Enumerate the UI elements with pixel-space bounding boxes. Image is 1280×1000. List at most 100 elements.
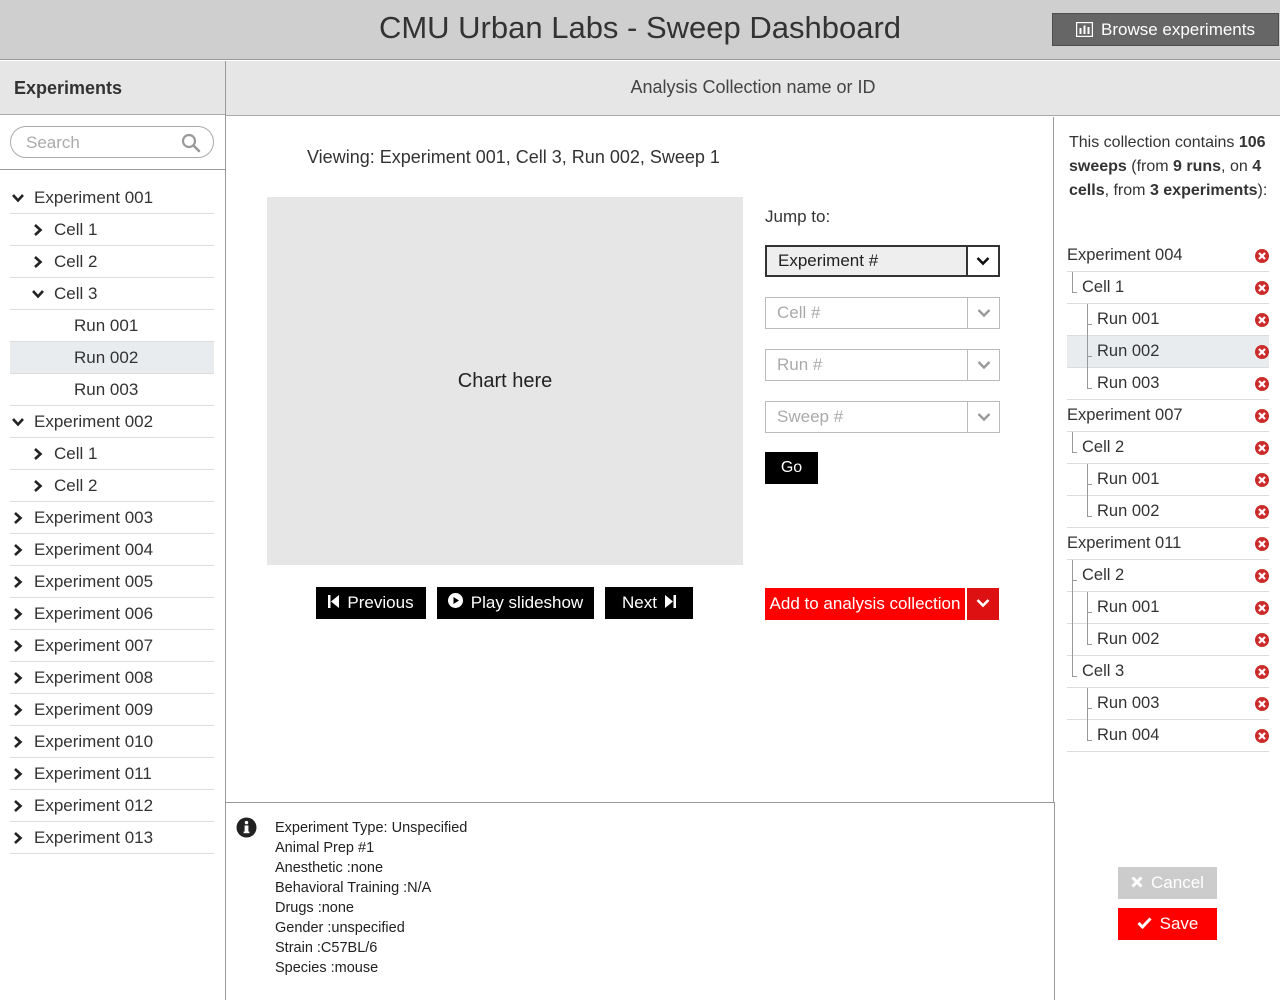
chevron-right-icon[interactable] [10, 511, 26, 525]
tree-experiment-item[interactable]: Experiment 004 [10, 534, 214, 566]
chevron-right-icon[interactable] [10, 799, 26, 813]
chevron-down-icon[interactable] [10, 415, 26, 429]
add-to-collection-dropdown[interactable] [967, 588, 999, 620]
tree-experiment-item[interactable]: Experiment 009 [10, 694, 214, 726]
tree-experiment-item[interactable]: Experiment 011 [10, 758, 214, 790]
remove-icon[interactable] [1255, 729, 1269, 748]
collection-name-bar[interactable]: Analysis Collection name or ID [226, 61, 1280, 116]
chevron-right-icon[interactable] [30, 223, 46, 237]
search-input[interactable] [26, 132, 176, 154]
collection-run-item[interactable]: Run 003 [1067, 688, 1269, 720]
chevron-right-icon[interactable] [10, 639, 26, 653]
remove-icon[interactable] [1255, 345, 1269, 364]
collection-run-item[interactable]: Run 002 [1067, 336, 1269, 368]
tree-experiment-item[interactable]: Experiment 012 [10, 790, 214, 822]
chevron-down-icon[interactable] [966, 247, 998, 275]
remove-icon[interactable] [1255, 505, 1269, 524]
tree-experiment-item[interactable]: Experiment 003 [10, 502, 214, 534]
tree-guide-line [1087, 324, 1092, 325]
collection-cell-item[interactable]: Cell 2 [1067, 560, 1269, 592]
remove-icon[interactable] [1255, 601, 1269, 620]
cancel-button[interactable]: Cancel [1118, 867, 1217, 899]
run-select-value: Run # [766, 350, 967, 380]
tree-item-label: Experiment 008 [34, 667, 154, 687]
chevron-right-icon[interactable] [10, 575, 26, 589]
chevron-down-icon[interactable] [967, 350, 999, 380]
browse-experiments-button[interactable]: Browse experiments [1052, 13, 1279, 46]
tree-experiment-item[interactable]: Experiment 007 [10, 630, 214, 662]
tree-guide-line [1072, 592, 1073, 624]
chevron-down-icon[interactable] [30, 287, 46, 301]
remove-icon[interactable] [1255, 313, 1269, 332]
remove-icon[interactable] [1255, 697, 1269, 716]
collection-run-item[interactable]: Run 001 [1067, 464, 1269, 496]
tree-experiment-item[interactable]: Experiment 010 [10, 726, 214, 758]
chevron-right-icon[interactable] [10, 703, 26, 717]
chevron-right-icon[interactable] [10, 607, 26, 621]
remove-icon[interactable] [1255, 249, 1269, 268]
collection-experiment-item[interactable]: Experiment 007 [1067, 400, 1269, 432]
tree-cell-item[interactable]: Cell 2 [10, 246, 214, 278]
tree-experiment-item[interactable]: Experiment 002 [10, 406, 214, 438]
run-select[interactable]: Run # [765, 349, 1000, 381]
collection-run-item[interactable]: Run 003 [1067, 368, 1269, 400]
collection-cell-item[interactable]: Cell 2 [1067, 432, 1269, 464]
collection-cell-item[interactable]: Cell 3 [1067, 656, 1269, 688]
collection-experiment-item[interactable]: Experiment 011 [1067, 528, 1269, 560]
tree-cell-item[interactable]: Cell 1 [10, 438, 214, 470]
chevron-down-icon[interactable] [967, 298, 999, 328]
chevron-down-icon[interactable] [10, 191, 26, 205]
save-button[interactable]: Save [1118, 908, 1217, 940]
tree-experiment-item[interactable]: Experiment 006 [10, 598, 214, 630]
chevron-right-icon[interactable] [30, 479, 46, 493]
collection-run-item[interactable]: Run 002 [1067, 624, 1269, 656]
remove-icon[interactable] [1255, 377, 1269, 396]
tree-run-item[interactable]: Run 001 [10, 310, 214, 342]
chevron-right-icon[interactable] [10, 543, 26, 557]
remove-icon[interactable] [1255, 441, 1269, 460]
next-button[interactable]: Next [605, 587, 693, 619]
chevron-right-icon[interactable] [30, 447, 46, 461]
tree-run-item[interactable]: Run 003 [10, 374, 214, 406]
remove-icon[interactable] [1255, 473, 1269, 492]
collection-run-item[interactable]: Run 001 [1067, 304, 1269, 336]
collection-experiment-item[interactable]: Experiment 004 [1067, 240, 1269, 272]
chevron-right-icon[interactable] [10, 767, 26, 781]
play-slideshow-button[interactable]: Play slideshow [437, 587, 594, 619]
tree-experiment-item[interactable]: Experiment 008 [10, 662, 214, 694]
collection-name-placeholder[interactable]: Analysis Collection name or ID [226, 77, 1280, 98]
tree-experiment-item[interactable]: Experiment 005 [10, 566, 214, 598]
tree-guide-line [1087, 592, 1088, 624]
chevron-right-icon[interactable] [30, 255, 46, 269]
collection-item-label: Run 002 [1097, 502, 1160, 520]
chevron-down-icon[interactable] [967, 402, 999, 432]
collection-run-item[interactable]: Run 004 [1067, 720, 1269, 752]
tree-guide-line [1087, 356, 1092, 357]
tree-item-label: Experiment 004 [34, 539, 154, 559]
chevron-right-icon[interactable] [10, 735, 26, 749]
sweep-select[interactable]: Sweep # [765, 401, 1000, 433]
chevron-right-icon[interactable] [10, 671, 26, 685]
tree-cell-item[interactable]: Cell 1 [10, 214, 214, 246]
collection-run-item[interactable]: Run 002 [1067, 496, 1269, 528]
collection-cell-item[interactable]: Cell 1 [1067, 272, 1269, 304]
collection-run-item[interactable]: Run 001 [1067, 592, 1269, 624]
remove-icon[interactable] [1255, 409, 1269, 428]
search-icon[interactable] [181, 133, 201, 158]
remove-icon[interactable] [1255, 569, 1269, 588]
tree-cell-item[interactable]: Cell 2 [10, 470, 214, 502]
remove-icon[interactable] [1255, 281, 1269, 300]
remove-icon[interactable] [1255, 537, 1269, 556]
tree-cell-item[interactable]: Cell 3 [10, 278, 214, 310]
add-to-collection-button[interactable]: Add to analysis collection [765, 588, 965, 620]
cell-select[interactable]: Cell # [765, 297, 1000, 329]
remove-icon[interactable] [1255, 665, 1269, 684]
tree-run-item[interactable]: Run 002 [10, 342, 214, 374]
tree-experiment-item[interactable]: Experiment 013 [10, 822, 214, 854]
go-button[interactable]: Go [765, 452, 818, 484]
remove-icon[interactable] [1255, 633, 1269, 652]
tree-experiment-item[interactable]: Experiment 001 [10, 182, 214, 214]
experiment-select[interactable]: Experiment # [765, 245, 1000, 277]
previous-button[interactable]: Previous [316, 587, 426, 619]
chevron-right-icon[interactable] [10, 831, 26, 845]
